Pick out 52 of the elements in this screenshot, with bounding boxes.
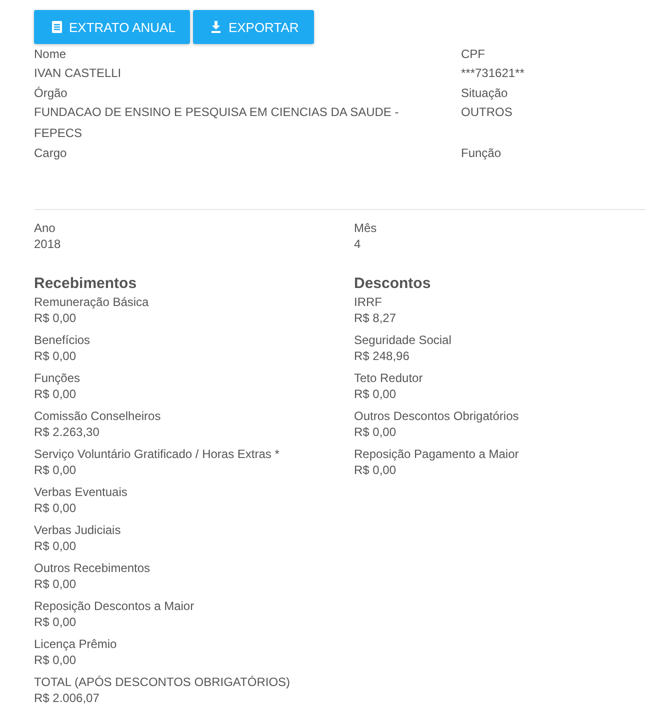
- item-value: R$ 0,00: [34, 614, 78, 630]
- item-label: Verbas Judiciais: [34, 522, 122, 538]
- field-value: ***731621**: [461, 65, 526, 82]
- item-value: R$ 0,00: [34, 576, 78, 592]
- item-value: R$ 0,00: [354, 386, 398, 402]
- item-label: Funções: [34, 370, 82, 386]
- item-label: Verbas Eventuais: [34, 484, 128, 500]
- item-label: TOTAL (APÓS DESCONTOS OBRIGATÓRIOS): [34, 674, 292, 690]
- download-icon: [211, 21, 222, 33]
- item-value: R$ 0,00: [34, 538, 78, 554]
- item-value: R$ 8,27: [354, 310, 398, 326]
- field-value: 2018: [34, 236, 62, 252]
- item-value: R$ 0,00: [34, 348, 78, 364]
- item-label: Remuneração Básica: [34, 294, 150, 310]
- item-label: Outros Descontos Obrigatórios: [354, 408, 520, 424]
- field-label: Nome: [34, 46, 68, 63]
- export-button[interactable]: EXPORTAR: [193, 10, 314, 44]
- item-label: Outros Recebimentos: [34, 560, 152, 576]
- item-value: R$ 0,00: [34, 386, 78, 402]
- item-label: Licença Prêmio: [34, 636, 118, 652]
- field-label: Situação: [461, 85, 509, 102]
- field-label: Ano: [34, 220, 56, 236]
- field-value: FUNDACAO DE ENSINO E PESQUISA EM CIENCIAS DA SAUDE - FEPECS: [34, 104, 400, 142]
- document-icon: [52, 21, 62, 33]
- item-value: R$ 2.006,07: [34, 690, 100, 706]
- item-value: R$ 0,00: [34, 462, 78, 478]
- field-label: Mês: [354, 220, 378, 236]
- item-value: R$ 0,00: [34, 500, 78, 516]
- field-label: Órgão: [34, 85, 68, 102]
- field-value: IVAN CASTELLI: [34, 65, 122, 82]
- item-value: R$ 0,00: [354, 462, 398, 478]
- item-label: Serviço Voluntário Gratificado / Horas Extras *: [34, 446, 280, 462]
- field-label: Função: [461, 145, 502, 162]
- item-value: R$ 248,96: [354, 348, 410, 364]
- item-label: Reposição Descontos a Maior: [34, 598, 196, 614]
- field-value: OUTROS: [461, 104, 514, 121]
- item-label: Reposição Pagamento a Maior: [354, 446, 520, 462]
- field-label: Cargo: [34, 145, 68, 162]
- item-label: IRRF: [354, 294, 383, 310]
- item-value: R$ 0,00: [354, 424, 398, 440]
- field-value: 4: [354, 236, 362, 252]
- item-value: R$ 0,00: [34, 652, 78, 668]
- section-heading: Descontos: [354, 274, 432, 294]
- annual-statement-button[interactable]: EXTRATO ANUAL: [34, 10, 190, 44]
- item-label: Comissão Conselheiros: [34, 408, 162, 424]
- item-label: Teto Redutor: [354, 370, 424, 386]
- item-label: Seguridade Social: [354, 332, 452, 348]
- section-heading: Recebimentos: [34, 274, 138, 294]
- item-label: Benefícios: [34, 332, 92, 348]
- item-value: R$ 2.263,30: [34, 424, 100, 440]
- item-value: R$ 0,00: [34, 310, 78, 326]
- field-label: CPF: [461, 46, 486, 63]
